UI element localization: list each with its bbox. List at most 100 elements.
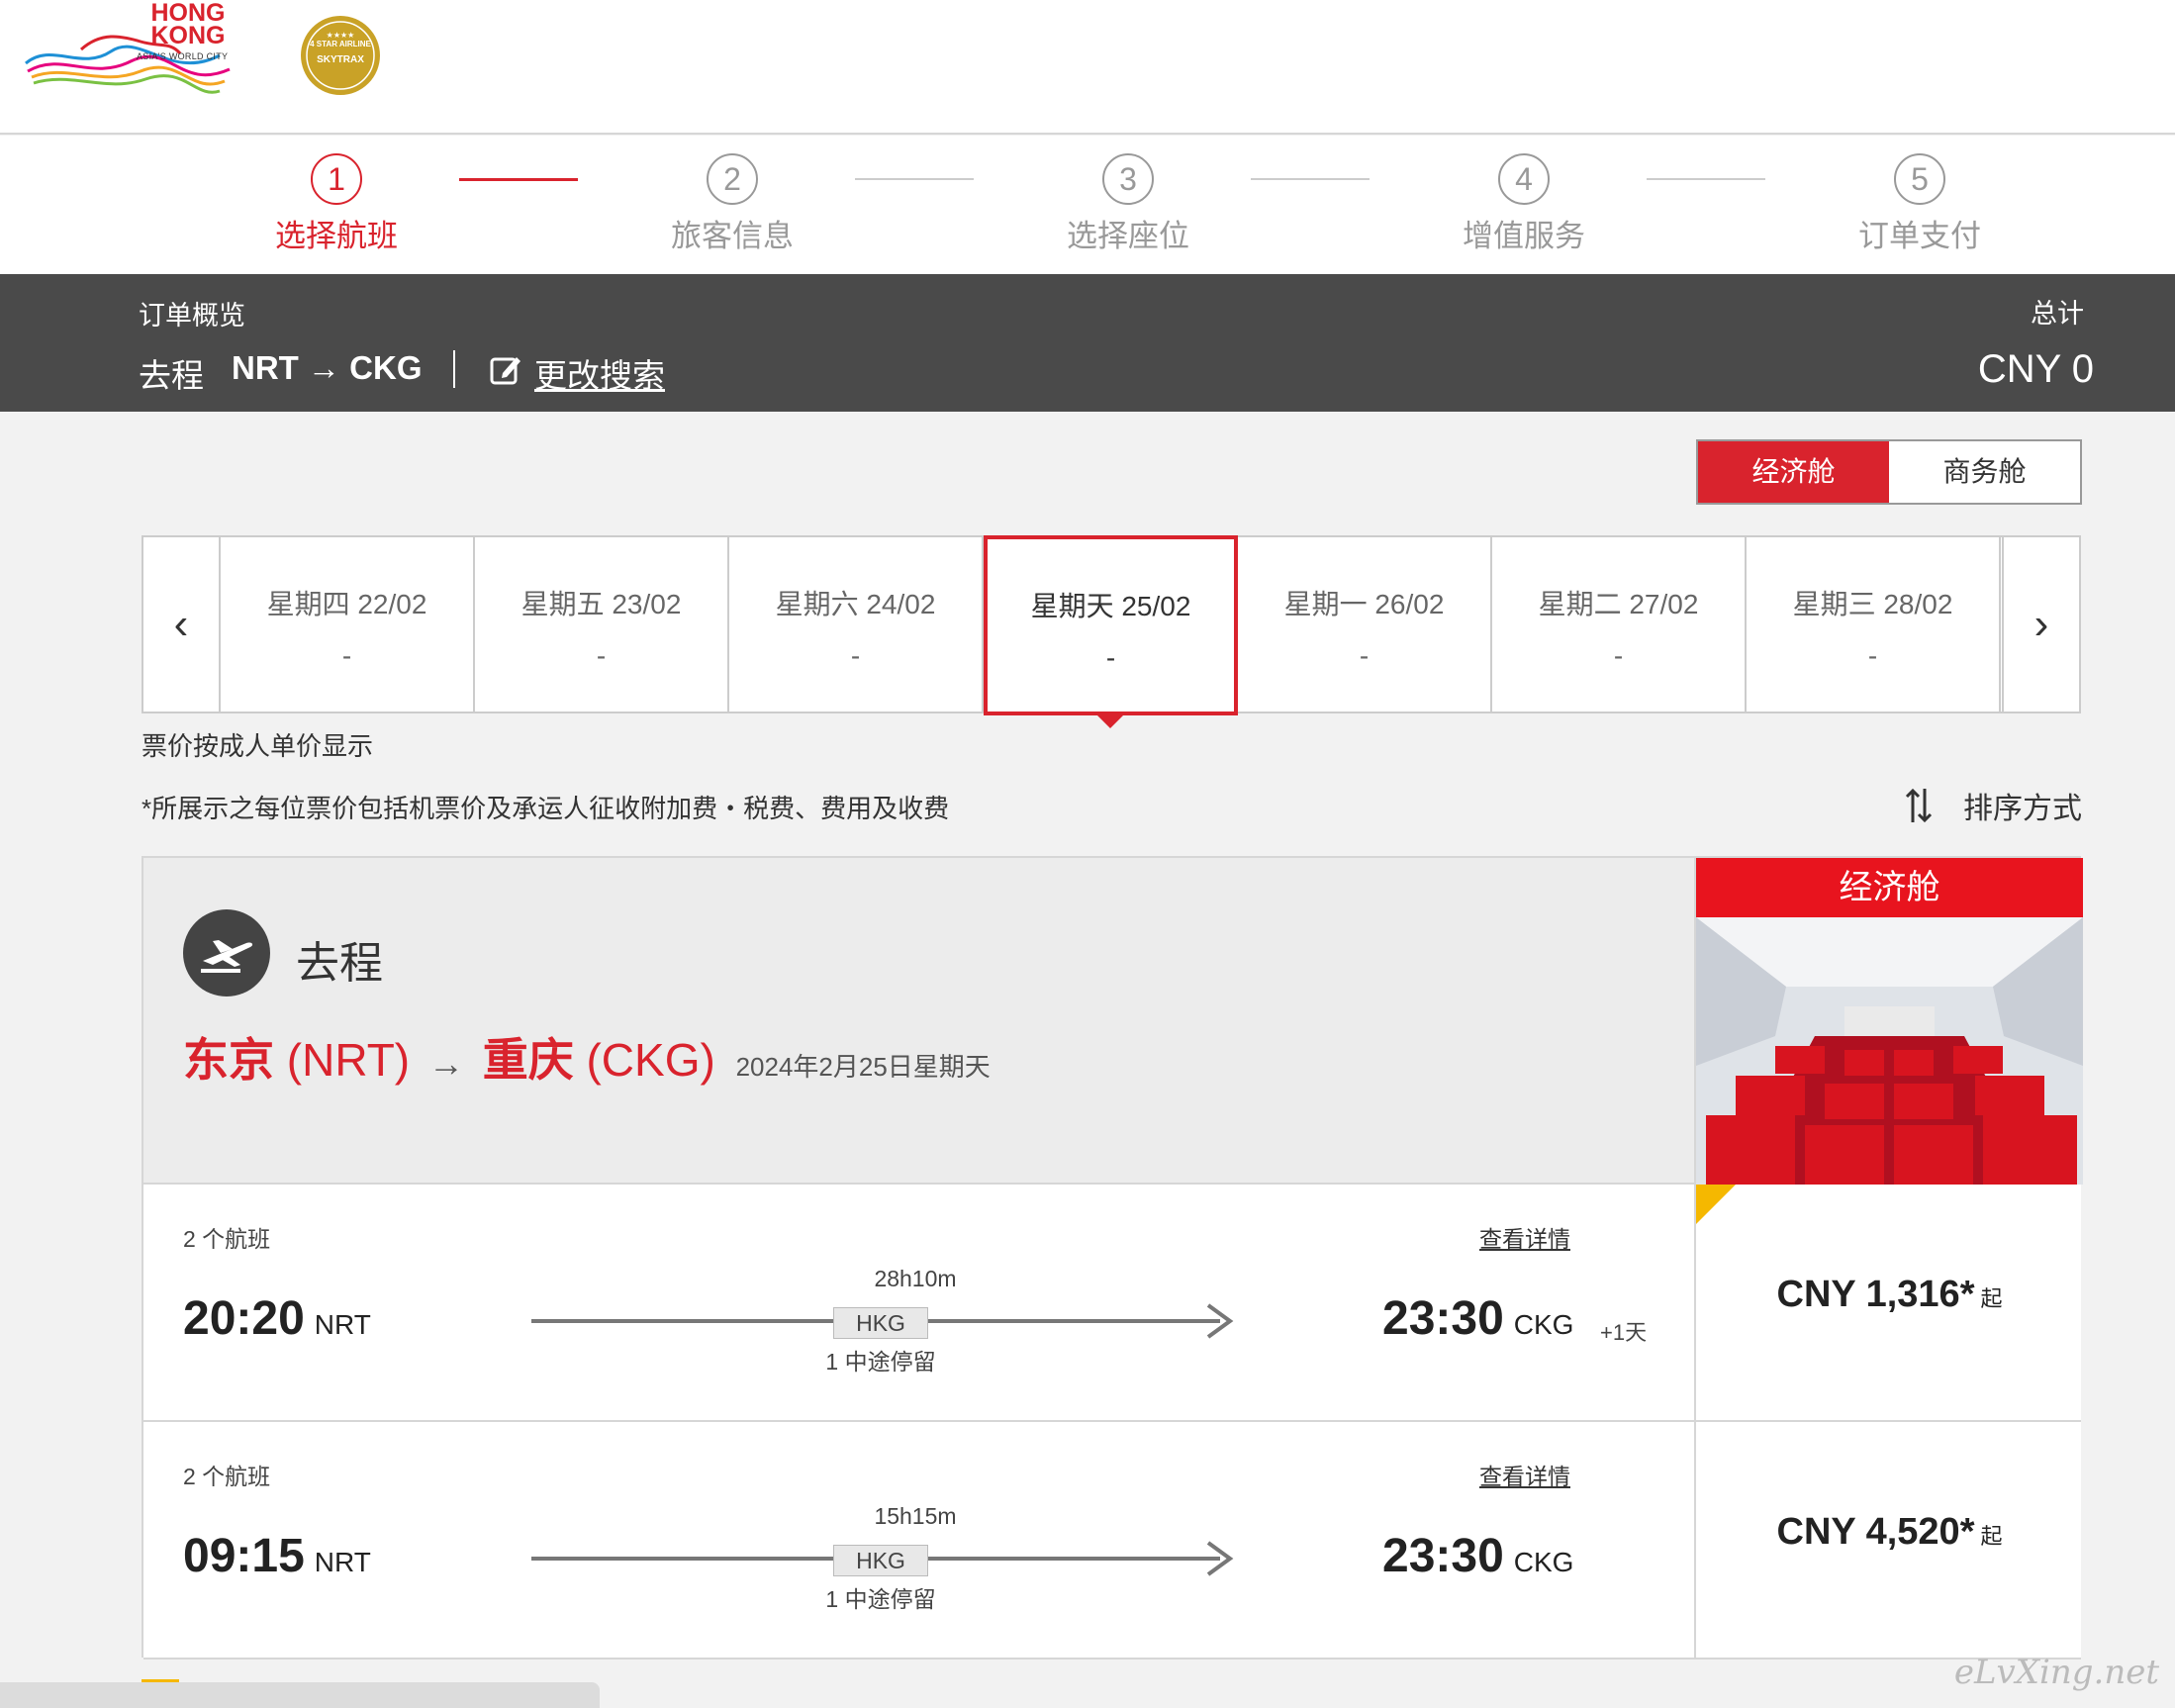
arrival: 23:30 CKG <box>1382 1529 1573 1583</box>
date-label: 星期一 26/02 <box>1283 589 1445 619</box>
destination-city: 重庆 <box>482 1034 574 1086</box>
date-option-selected[interactable]: 星期天 25/02 - <box>984 535 1238 715</box>
economy-tab[interactable]: 经济舱 <box>1698 441 1889 503</box>
date-selector: ‹ 星期四 22/02 - 星期五 23/02 - 星期六 24/02 - 星期… <box>142 535 2081 715</box>
arrow-right-icon <box>1206 1541 1234 1576</box>
step-select-seat[interactable]: 3 选择座位 <box>1049 153 1207 255</box>
step-passenger-info[interactable]: 2 旅客信息 <box>653 153 811 255</box>
price-from-label: 起 <box>1980 1286 2003 1311</box>
arrival-time: 23:30 <box>1382 1530 1504 1582</box>
view-details-link[interactable]: 查看详情 <box>1479 1220 1570 1254</box>
cabin-interior-image <box>1696 917 2083 1185</box>
departure-code: NRT <box>314 1309 371 1340</box>
date-label: 星期六 24/02 <box>775 589 936 619</box>
date-option[interactable]: 星期五 23/02 - <box>475 537 729 712</box>
step-label: 旅客信息 <box>671 219 794 253</box>
modify-search-link[interactable]: 更改搜索 <box>534 349 665 397</box>
date-option[interactable]: 星期四 22/02 - <box>221 537 475 712</box>
leg-title: 去程 <box>296 939 383 988</box>
fare-price: CNY 4,520* 起 <box>1696 1511 2083 1554</box>
price-basis-note: 票价按成人单价显示 <box>142 731 374 761</box>
stop-count: 1 中途停留 <box>825 1586 936 1612</box>
flight-count: 2 个航班 <box>183 1464 271 1489</box>
origin-city: 东京 <box>183 1034 274 1086</box>
svg-text:★★★★: ★★★★ <box>327 31 355 40</box>
economy-cabin-column: 经济舱 <box>1694 858 2083 1185</box>
step-extras[interactable]: 4 增值服务 <box>1445 153 1603 255</box>
step-number: 3 <box>1102 153 1154 205</box>
sort-icon[interactable] <box>1904 787 1934 824</box>
departure-time: 20:20 <box>183 1292 305 1345</box>
date-option[interactable]: 星期三 28/02 - <box>1747 537 2001 712</box>
view-details-link[interactable]: 查看详情 <box>1479 1458 1570 1491</box>
date-option[interactable]: 星期六 24/02 - <box>729 537 984 712</box>
selected-date-pointer <box>1094 712 1126 728</box>
date-price: - <box>1105 642 1116 673</box>
step-connector <box>855 178 974 180</box>
edit-icon[interactable] <box>489 353 522 387</box>
highlight-corner <box>1696 1185 1736 1224</box>
date-label: 星期二 27/02 <box>1538 589 1699 619</box>
brand-subtitle: ASIA'S WORLD CITY <box>137 51 229 61</box>
bottom-toolbar <box>0 1682 600 1708</box>
date-price: - <box>850 640 861 671</box>
departure-time: 09:15 <box>183 1530 305 1582</box>
date-option[interactable]: 星期二 27/02 - <box>1492 537 1747 712</box>
destination-code: (CKG) <box>586 1034 715 1086</box>
step-label: 选择座位 <box>1067 219 1189 253</box>
step-connector <box>1251 178 1370 180</box>
stopover-airport: HKG <box>833 1545 928 1576</box>
departure-code: NRT <box>314 1547 371 1577</box>
plane-icon <box>201 940 253 973</box>
top-header: HONG KONG ASIA'S WORLD CITY ★★★★ 4 STAR … <box>0 0 2175 135</box>
leg-route: 东京 (NRT) → 重庆 (CKG) 2024年2月25日星期天 <box>183 1024 991 1090</box>
flight-results-panel: 去程 东京 (NRT) → 重庆 (CKG) 2024年2月25日星期天 经济舱 <box>142 856 2083 1660</box>
step-number: 4 <box>1498 153 1550 205</box>
order-overview-bar: 订单概览 去程 NRT → CKG 更改搜索 总计 CNY 0 <box>0 274 2175 412</box>
arrival-code: CKG <box>1513 1309 1574 1340</box>
date-label: 星期五 23/02 <box>520 589 682 619</box>
date-price: - <box>596 640 607 671</box>
step-payment[interactable]: 5 订单支付 <box>1841 153 1999 255</box>
hong-kong-brand-text: HONG KONG <box>139 1 237 49</box>
flight-duration: 15h15m <box>874 1503 957 1529</box>
business-tab[interactable]: 商务舱 <box>1889 441 2080 503</box>
price-inclusion-note: *所展示之每位票价包括机票价及承运人征收附加费・税费、费用及收费 <box>142 794 950 823</box>
step-number: 2 <box>707 153 758 205</box>
leg-header: 去程 东京 (NRT) → 重庆 (CKG) 2024年2月25日星期天 <box>143 858 1694 1185</box>
brand-line-2: KONG <box>150 22 226 49</box>
sort-button[interactable]: 排序方式 <box>1963 784 2082 827</box>
step-select-flight[interactable]: 1 选择航班 <box>257 153 416 255</box>
cabin-class-toggle: 经济舱 商务舱 <box>1696 439 2082 505</box>
arrow-right-icon: → <box>427 1043 464 1084</box>
chevron-right-icon: › <box>2033 600 2049 648</box>
previous-dates-button[interactable]: ‹ <box>143 537 221 712</box>
price-from-label: 起 <box>1980 1524 2003 1549</box>
economy-price-cell[interactable]: CNY 1,316* 起 <box>1694 1185 2081 1422</box>
next-day-indicator: +1天 <box>1600 1320 1648 1345</box>
date-price: - <box>1613 640 1624 671</box>
divider <box>453 350 455 388</box>
flight-duration: 28h10m <box>874 1266 957 1291</box>
overview-label: 订单概览 <box>139 301 245 331</box>
route-summary: NRT → CKG <box>232 349 423 386</box>
step-connector <box>1647 178 1765 180</box>
flight-option-row[interactable]: 2 个航班 查看详情 20:20 NRT 28h10m HKG 1 中途停留 23… <box>143 1185 1694 1422</box>
origin-code: (NRT) <box>286 1034 411 1086</box>
price-amount: CNY 1,316* <box>1776 1274 1975 1315</box>
booking-steps: 1 选择航班 2 旅客信息 3 选择座位 4 增值服务 5 订单支付 <box>0 136 2175 274</box>
date-price: - <box>1359 640 1370 671</box>
step-label: 增值服务 <box>1463 219 1585 253</box>
next-dates-button[interactable]: › <box>2002 537 2079 712</box>
step-label: 订单支付 <box>1858 219 1981 253</box>
arrival-code: CKG <box>1513 1547 1574 1577</box>
total-price: CNY 0 <box>1977 347 2094 391</box>
economy-price-cell[interactable]: CNY 4,520* 起 <box>1694 1422 2081 1660</box>
award-line-2: SKYTRAX <box>317 54 364 65</box>
step-label: 选择航班 <box>275 219 398 253</box>
date-option[interactable]: 星期一 26/02 - <box>1238 537 1492 712</box>
step-number: 1 <box>311 153 362 205</box>
date-label: 星期四 22/02 <box>266 589 427 619</box>
watermark: eLvXing.net <box>1953 1653 2159 1692</box>
flight-option-row[interactable]: 2 个航班 查看详情 09:15 NRT 15h15m HKG 1 中途停留 23… <box>143 1422 1694 1660</box>
